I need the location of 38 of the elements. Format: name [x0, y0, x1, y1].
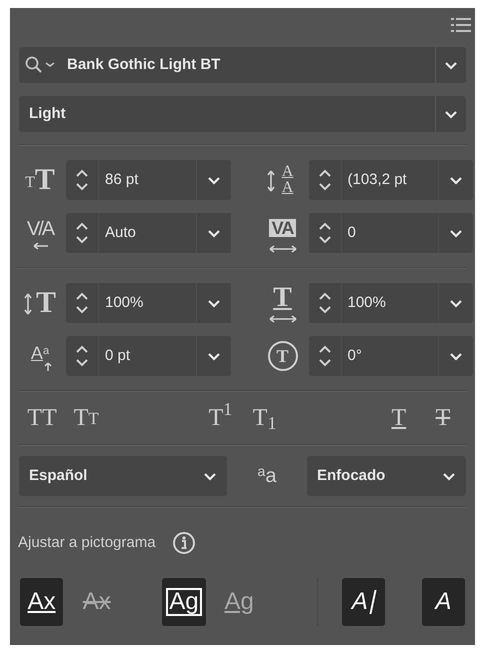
number-field[interactable]: 86 pt	[66, 160, 230, 200]
info-icon[interactable]	[172, 531, 196, 555]
snap-baseline-button[interactable]: Ax	[20, 578, 64, 626]
field-value: 0°	[348, 346, 363, 366]
subscript-button[interactable]: T$_{1}$	[242, 400, 287, 436]
snap-em-box-button[interactable]: Ag	[162, 578, 206, 626]
small-caps-button[interactable]: TT	[64, 400, 108, 436]
field-value: Light	[29, 104, 67, 124]
field-value: 86 pt	[105, 170, 140, 190]
antialiasing-dropdown[interactable]: Enfocado	[307, 456, 466, 496]
all-caps-button[interactable]: TT	[20, 400, 64, 436]
field-value: 0	[348, 222, 357, 243]
field-value: 100%	[105, 292, 144, 313]
number-field[interactable]: (103,2 pt	[308, 160, 473, 200]
angular-guides-button[interactable]: A	[422, 578, 466, 626]
style-dropdown[interactable]: Light	[19, 96, 466, 132]
underline-button[interactable]: T	[376, 400, 421, 436]
number-field[interactable]: Auto	[66, 213, 230, 253]
field-value: Español	[29, 466, 88, 486]
proximity-guides-button[interactable]: A	[342, 578, 385, 626]
number-field[interactable]: 0°	[308, 336, 473, 376]
language-dropdown[interactable]: Español	[19, 456, 227, 496]
strikethrough-button[interactable]: T	[420, 400, 466, 436]
font-dropdown[interactable]: Bank Gothic Light BT	[19, 47, 466, 83]
field-value: 100%	[348, 292, 387, 313]
number-field[interactable]: 100%	[308, 283, 473, 323]
number-field[interactable]: 100%	[66, 283, 230, 323]
field-value: Bank Gothic Light BT	[67, 54, 222, 75]
field-value: Enfocado	[317, 466, 386, 486]
number-field[interactable]: 0	[308, 213, 473, 253]
field-value: Auto	[105, 222, 137, 243]
snap-label: Ajustar a pictograma	[18, 532, 156, 553]
field-value: (103,2 pt	[348, 170, 408, 190]
number-field[interactable]: 0 pt	[66, 336, 230, 376]
menu-icon[interactable]	[451, 17, 471, 33]
font-size-icon: TT	[18, 160, 62, 200]
field-value: 0 pt	[105, 346, 132, 366]
superscript-button[interactable]: T$^{1}$	[198, 400, 243, 436]
